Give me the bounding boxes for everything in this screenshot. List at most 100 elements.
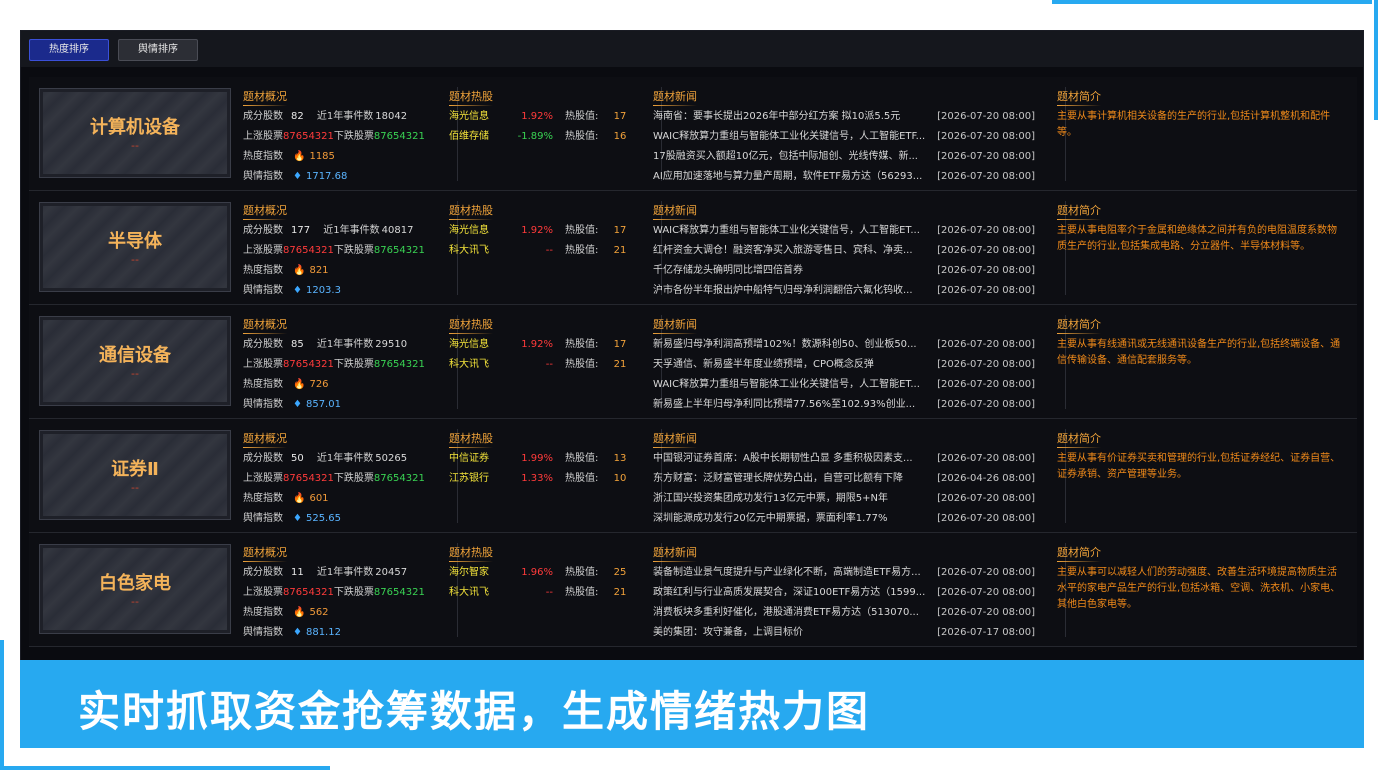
news-item[interactable]: 消费板块多重利好催化，港股通消费ETF易方达（513070... [2026-07… <box>653 603 1053 623</box>
hot-stock-item[interactable]: 海尔智家 1.96% 热股值: 25 <box>449 563 649 583</box>
news-item[interactable]: 政策红利与行业高质发展契合，深证100ETF易方达（1599... [2026-0… <box>653 583 1053 603</box>
stock-name[interactable]: 江苏银行 <box>449 469 505 489</box>
news-item[interactable]: 东方财富：泛财富管理长牌优势凸出，自营可比额有下降 [2026-04-26 08:… <box>653 469 1053 489</box>
heat-line: 热度指数 🔥 601 <box>243 489 453 509</box>
hot-stock-item[interactable]: 科大讯飞 -- 热股值: 21 <box>449 583 649 603</box>
hot-stock-item[interactable]: 中信证券 1.99% 热股值: 13 <box>449 449 649 469</box>
intro-text: 主要从事电阻率介于金属和绝缘体之间并有负的电阻温度系数物质生产的行业,包括集成电… <box>1057 225 1337 252</box>
news-title[interactable]: 浙江国兴投资集团成功发行13亿元中票，期限5+N年 <box>653 489 935 509</box>
hot-stock-item[interactable]: 科大讯飞 -- 热股值: 21 <box>449 241 649 261</box>
stock-name[interactable]: 海光信息 <box>449 335 505 355</box>
hot-stocks-section: 题材热股 海尔智家 1.96% 热股值: 25 科大讯飞 -- 热股值: 21 <box>449 543 649 603</box>
hot-stock-item[interactable]: 海光信息 1.92% 热股值: 17 <box>449 107 649 127</box>
theme-card[interactable]: 计算机设备 -- <box>39 88 231 178</box>
news-title[interactable]: WAIC释放算力重组与智能体工业化关键信号，人工智能ETF... <box>653 127 935 147</box>
news-title[interactable]: WAIC释放算力重组与智能体工业化关键信号，人工智能ET... <box>653 375 935 395</box>
stock-name[interactable]: 海光信息 <box>449 107 505 127</box>
stock-name[interactable]: 海尔智家 <box>449 563 505 583</box>
news-title[interactable]: 海南省：要事长提出2026年中部分红方案 拟10派5.5元 <box>653 107 935 127</box>
stock-name[interactable]: 海光信息 <box>449 221 505 241</box>
overview-heading: 题材概况 <box>243 87 453 107</box>
intro-text: 主要从事有线通讯或无线通讯设备生产的行业,包括终端设备、通信传输设备、通信配套服… <box>1057 339 1341 366</box>
news-item[interactable]: 美的集团：攻守兼备，上调目标价 [2026-07-17 08:00] <box>653 623 1053 643</box>
news-item[interactable]: 红杆资金大调仓！融资客净买入旅游零售日、宾科、净卖... [2026-07-20 … <box>653 241 1053 261</box>
stock-name[interactable]: 科大讯飞 <box>449 355 505 375</box>
sentiment-index-value: 1717.68 <box>305 171 348 182</box>
theme-row[interactable]: 白色家电 -- 题材概况 成分股数 11 近1年事件数 20457 上涨股票8765… <box>29 533 1357 647</box>
news-item[interactable]: 装备制造业景气度提升与产业绿化不断，高端制造ETF易方... [2026-07-2… <box>653 563 1053 583</box>
news-item[interactable]: 中国银河证券首席：A股中长期韧性凸显 多重积极因素支... [2026-07-20… <box>653 449 1053 469</box>
news-item[interactable]: 千亿存储龙头确明同比增四倍首券 [2026-07-20 08:00] <box>653 261 1053 281</box>
news-title[interactable]: 红杆资金大调仓！融资客净买入旅游零售日、宾科、净卖... <box>653 241 935 261</box>
theme-row[interactable]: 证券Ⅱ -- 题材概况 成分股数 50 近1年事件数 50265 上涨股票87654… <box>29 419 1357 533</box>
hot-stocks-heading: 题材热股 <box>449 543 649 563</box>
stock-heat-value: 21 <box>613 587 627 598</box>
stock-name[interactable]: 科大讯飞 <box>449 583 505 603</box>
theme-card[interactable]: 证券Ⅱ -- <box>39 430 231 520</box>
news-item[interactable]: AI应用加速落地与算力量产周期，软件ETF易方达（56293... [2026-0… <box>653 167 1053 187</box>
news-item[interactable]: 沪市各份半年报出炉中船特气归母净利润翻倍六氟化钨收... [2026-07-20 … <box>653 281 1053 301</box>
news-title[interactable]: 东方财富：泛财富管理长牌优势凸出，自营可比额有下降 <box>653 469 935 489</box>
tab-heat-sort[interactable]: 热度排序 <box>29 39 109 61</box>
news-item[interactable]: 新易盛上半年归母净利同比预增77.56%至102.93%创业... [2026-0… <box>653 395 1053 415</box>
stock-change-pct: -- <box>545 359 553 370</box>
constituents-value: 82 <box>291 111 304 122</box>
news-heading: 题材新闻 <box>653 315 1053 335</box>
news-title[interactable]: 天孚通信、新易盛半年度业绩预增，CPO概念反弹 <box>653 355 935 375</box>
stock-heat-label: 热股值: <box>565 245 599 256</box>
hot-stock-item[interactable]: 江苏银行 1.33% 热股值: 10 <box>449 469 649 489</box>
news-title[interactable]: 政策红利与行业高质发展契合，深证100ETF易方达（1599... <box>653 583 935 603</box>
down-stocks-value: 87654321 <box>373 587 425 598</box>
constituents-value: 177 <box>291 225 311 236</box>
stock-change-pct: 1.99% <box>521 453 553 464</box>
theme-row[interactable]: 通信设备 -- 题材概况 成分股数 85 近1年事件数 29510 上涨股票8765… <box>29 305 1357 419</box>
news-title[interactable]: 新易盛归母净利润高预增102%！数源科创50、创业板50... <box>653 335 935 355</box>
news-title[interactable]: 17股融资买入额超10亿元，包括中际旭创、光线传媒、新... <box>653 147 935 167</box>
news-title[interactable]: 中国银河证券首席：A股中长期韧性凸显 多重积极因素支... <box>653 449 935 469</box>
news-title[interactable]: 深圳能源成功发行20亿元中期票据，票面利率1.77% <box>653 509 935 529</box>
events-value: 20457 <box>375 567 408 578</box>
theme-card[interactable]: 半导体 -- <box>39 202 231 292</box>
news-title[interactable]: AI应用加速落地与算力量产周期，软件ETF易方达（56293... <box>653 167 935 187</box>
heat-line: 热度指数 🔥 1185 <box>243 147 453 167</box>
news-item[interactable]: WAIC释放算力重组与智能体工业化关键信号，人工智能ETF... [2026-07… <box>653 127 1053 147</box>
hot-stock-item[interactable]: 科大讯飞 -- 热股值: 21 <box>449 355 649 375</box>
news-title[interactable]: 沪市各份半年报出炉中船特气归母净利润翻倍六氟化钨收... <box>653 281 935 301</box>
news-title[interactable]: WAIC释放算力重组与智能体工业化关键信号，人工智能ET... <box>653 221 935 241</box>
news-item[interactable]: 天孚通信、新易盛半年度业绩预增，CPO概念反弹 [2026-07-20 08:00… <box>653 355 1053 375</box>
news-item[interactable]: 新易盛归母净利润高预增102%！数源科创50、创业板50... [2026-07-… <box>653 335 1053 355</box>
news-item[interactable]: WAIC释放算力重组与智能体工业化关键信号，人工智能ET... [2026-07-… <box>653 375 1053 395</box>
stock-heat-value: 21 <box>613 245 627 256</box>
news-title[interactable]: 消费板块多重利好催化，港股通消费ETF易方达（513070... <box>653 603 935 623</box>
up-stocks-value: 87654321 <box>283 131 334 142</box>
stock-name[interactable]: 佰维存储 <box>449 127 505 147</box>
theme-row[interactable]: 计算机设备 -- 题材概况 成分股数 82 近1年事件数 18042 上涨股票876… <box>29 77 1357 191</box>
intro-section: 题材简介 主要从事有价证券买卖和管理的行业,包括证券经纪、证券自营、证券承销、资… <box>1057 429 1349 483</box>
news-item[interactable]: 浙江国兴投资集团成功发行13亿元中票，期限5+N年 [2026-07-20 08:… <box>653 489 1053 509</box>
heat-index-value: 1185 <box>309 151 335 162</box>
hot-stock-item[interactable]: 海光信息 1.92% 热股值: 17 <box>449 221 649 241</box>
news-title[interactable]: 千亿存储龙头确明同比增四倍首券 <box>653 261 935 281</box>
news-item[interactable]: 深圳能源成功发行20亿元中期票据，票面利率1.77% [2026-07-20 08… <box>653 509 1053 529</box>
news-title[interactable]: 美的集团：攻守兼备，上调目标价 <box>653 623 935 643</box>
news-title[interactable]: 装备制造业景气度提升与产业绿化不断，高端制造ETF易方... <box>653 563 935 583</box>
theme-row[interactable]: 半导体 -- 题材概况 成分股数 177 近1年事件数 40817 上涨股票8765… <box>29 191 1357 305</box>
hot-stocks-section: 题材热股 海光信息 1.92% 热股值: 17 佰维存储 -1.89% 热股值: 16 <box>449 87 649 147</box>
theme-card[interactable]: 白色家电 -- <box>39 544 231 634</box>
news-item[interactable]: 海南省：要事长提出2026年中部分红方案 拟10派5.5元 [2026-07-20… <box>653 107 1053 127</box>
constituents-line: 成分股数 85 近1年事件数 29510 <box>243 335 453 355</box>
theme-card[interactable]: 通信设备 -- <box>39 316 231 406</box>
stock-name[interactable]: 科大讯飞 <box>449 241 505 261</box>
news-date: [2026-04-26 08:00] <box>937 473 1035 484</box>
tab-sentiment-sort[interactable]: 舆情排序 <box>118 39 198 61</box>
stock-heat-label: 热股值: <box>565 453 599 464</box>
up-stocks-label: 上涨股票 <box>243 473 283 484</box>
heat-line: 热度指数 🔥 726 <box>243 375 453 395</box>
hot-stock-item[interactable]: 海光信息 1.92% 热股值: 17 <box>449 335 649 355</box>
news-date: [2026-07-20 08:00] <box>937 453 1035 464</box>
news-item[interactable]: WAIC释放算力重组与智能体工业化关键信号，人工智能ET... [2026-07-… <box>653 221 1053 241</box>
news-item[interactable]: 17股融资买入额超10亿元，包括中际旭创、光线传媒、新... [2026-07-2… <box>653 147 1053 167</box>
news-title[interactable]: 新易盛上半年归母净利同比预增77.56%至102.93%创业... <box>653 395 935 415</box>
stock-name[interactable]: 中信证券 <box>449 449 505 469</box>
hot-stock-item[interactable]: 佰维存储 -1.89% 热股值: 16 <box>449 127 649 147</box>
